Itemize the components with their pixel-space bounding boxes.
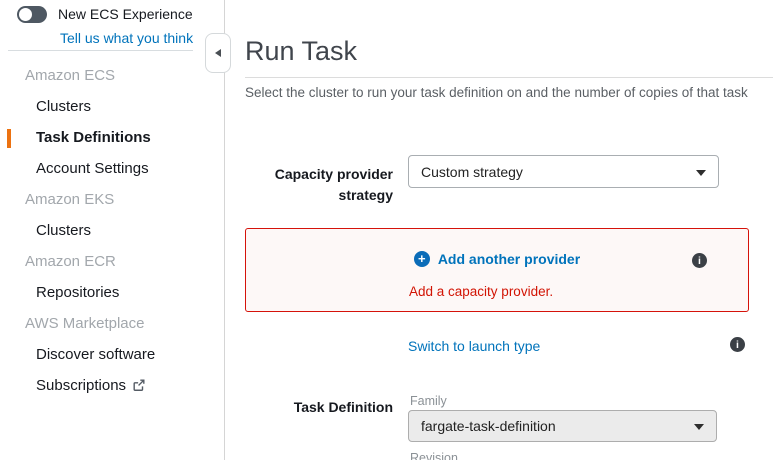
- info-icon[interactable]: i: [730, 337, 745, 352]
- title-divider: [245, 77, 773, 78]
- capacity-provider-error-text: Add a capacity provider.: [409, 284, 553, 299]
- new-ecs-experience-toggle[interactable]: [17, 6, 47, 23]
- page-title: Run Task: [245, 36, 357, 67]
- capacity-provider-strategy-label: Capacity provider strategy: [245, 164, 393, 206]
- sidebar: New ECS Experience Tell us what you thin…: [0, 0, 225, 460]
- chevron-down-icon: [696, 170, 706, 176]
- nav-header-aws-marketplace: AWS Marketplace: [0, 315, 225, 346]
- sidebar-item-eks-clusters[interactable]: Clusters: [0, 222, 225, 253]
- sidebar-item-repositories[interactable]: Repositories: [0, 284, 225, 315]
- switch-to-launch-type-link[interactable]: Switch to launch type: [408, 338, 540, 354]
- chevron-down-icon: [694, 424, 704, 430]
- sidebar-item-account-settings[interactable]: Account Settings: [0, 160, 225, 191]
- sidebar-item-discover-software[interactable]: Discover software: [0, 346, 225, 377]
- sidebar-collapse-button[interactable]: [205, 33, 231, 73]
- info-icon[interactable]: i: [692, 253, 707, 268]
- plus-circle-icon: +: [414, 251, 430, 267]
- family-label: Family: [410, 394, 447, 408]
- page-description: Select the cluster to run your task defi…: [245, 85, 773, 100]
- collapse-left-arrow-icon: [215, 49, 221, 57]
- family-value: fargate-task-definition: [421, 418, 556, 434]
- sidebar-nav: Amazon ECS Clusters Task Definitions Acc…: [0, 67, 225, 408]
- toggle-knob-icon: [19, 8, 32, 21]
- nav-header-amazon-ecr: Amazon ECR: [0, 253, 225, 284]
- task-definition-label: Task Definition: [245, 397, 393, 418]
- revision-label: Revision: [410, 451, 458, 460]
- nav-header-amazon-ecs: Amazon ECS: [0, 67, 225, 98]
- family-dropdown[interactable]: fargate-task-definition: [408, 410, 717, 442]
- toggle-label: New ECS Experience: [58, 6, 193, 22]
- feedback-link[interactable]: Tell us what you think: [60, 30, 193, 46]
- nav-header-amazon-eks: Amazon EKS: [0, 191, 225, 222]
- capacity-provider-strategy-value: Custom strategy: [421, 164, 523, 180]
- external-link-icon: [132, 378, 146, 396]
- add-another-provider-label: Add another provider: [438, 251, 580, 267]
- capacity-provider-error-box: + Add another provider i Add a capacity …: [245, 228, 749, 312]
- add-another-provider-button[interactable]: + Add another provider: [246, 251, 748, 267]
- sidebar-item-task-definitions[interactable]: Task Definitions: [0, 129, 225, 160]
- active-item-bar: [7, 129, 11, 148]
- sidebar-item-ecs-clusters[interactable]: Clusters: [0, 98, 225, 129]
- sidebar-divider: [8, 50, 193, 51]
- ecs-run-task-page: New ECS Experience Tell us what you thin…: [0, 0, 773, 460]
- sidebar-item-subscriptions[interactable]: Subscriptions: [0, 377, 225, 408]
- capacity-provider-strategy-dropdown[interactable]: Custom strategy: [408, 155, 719, 188]
